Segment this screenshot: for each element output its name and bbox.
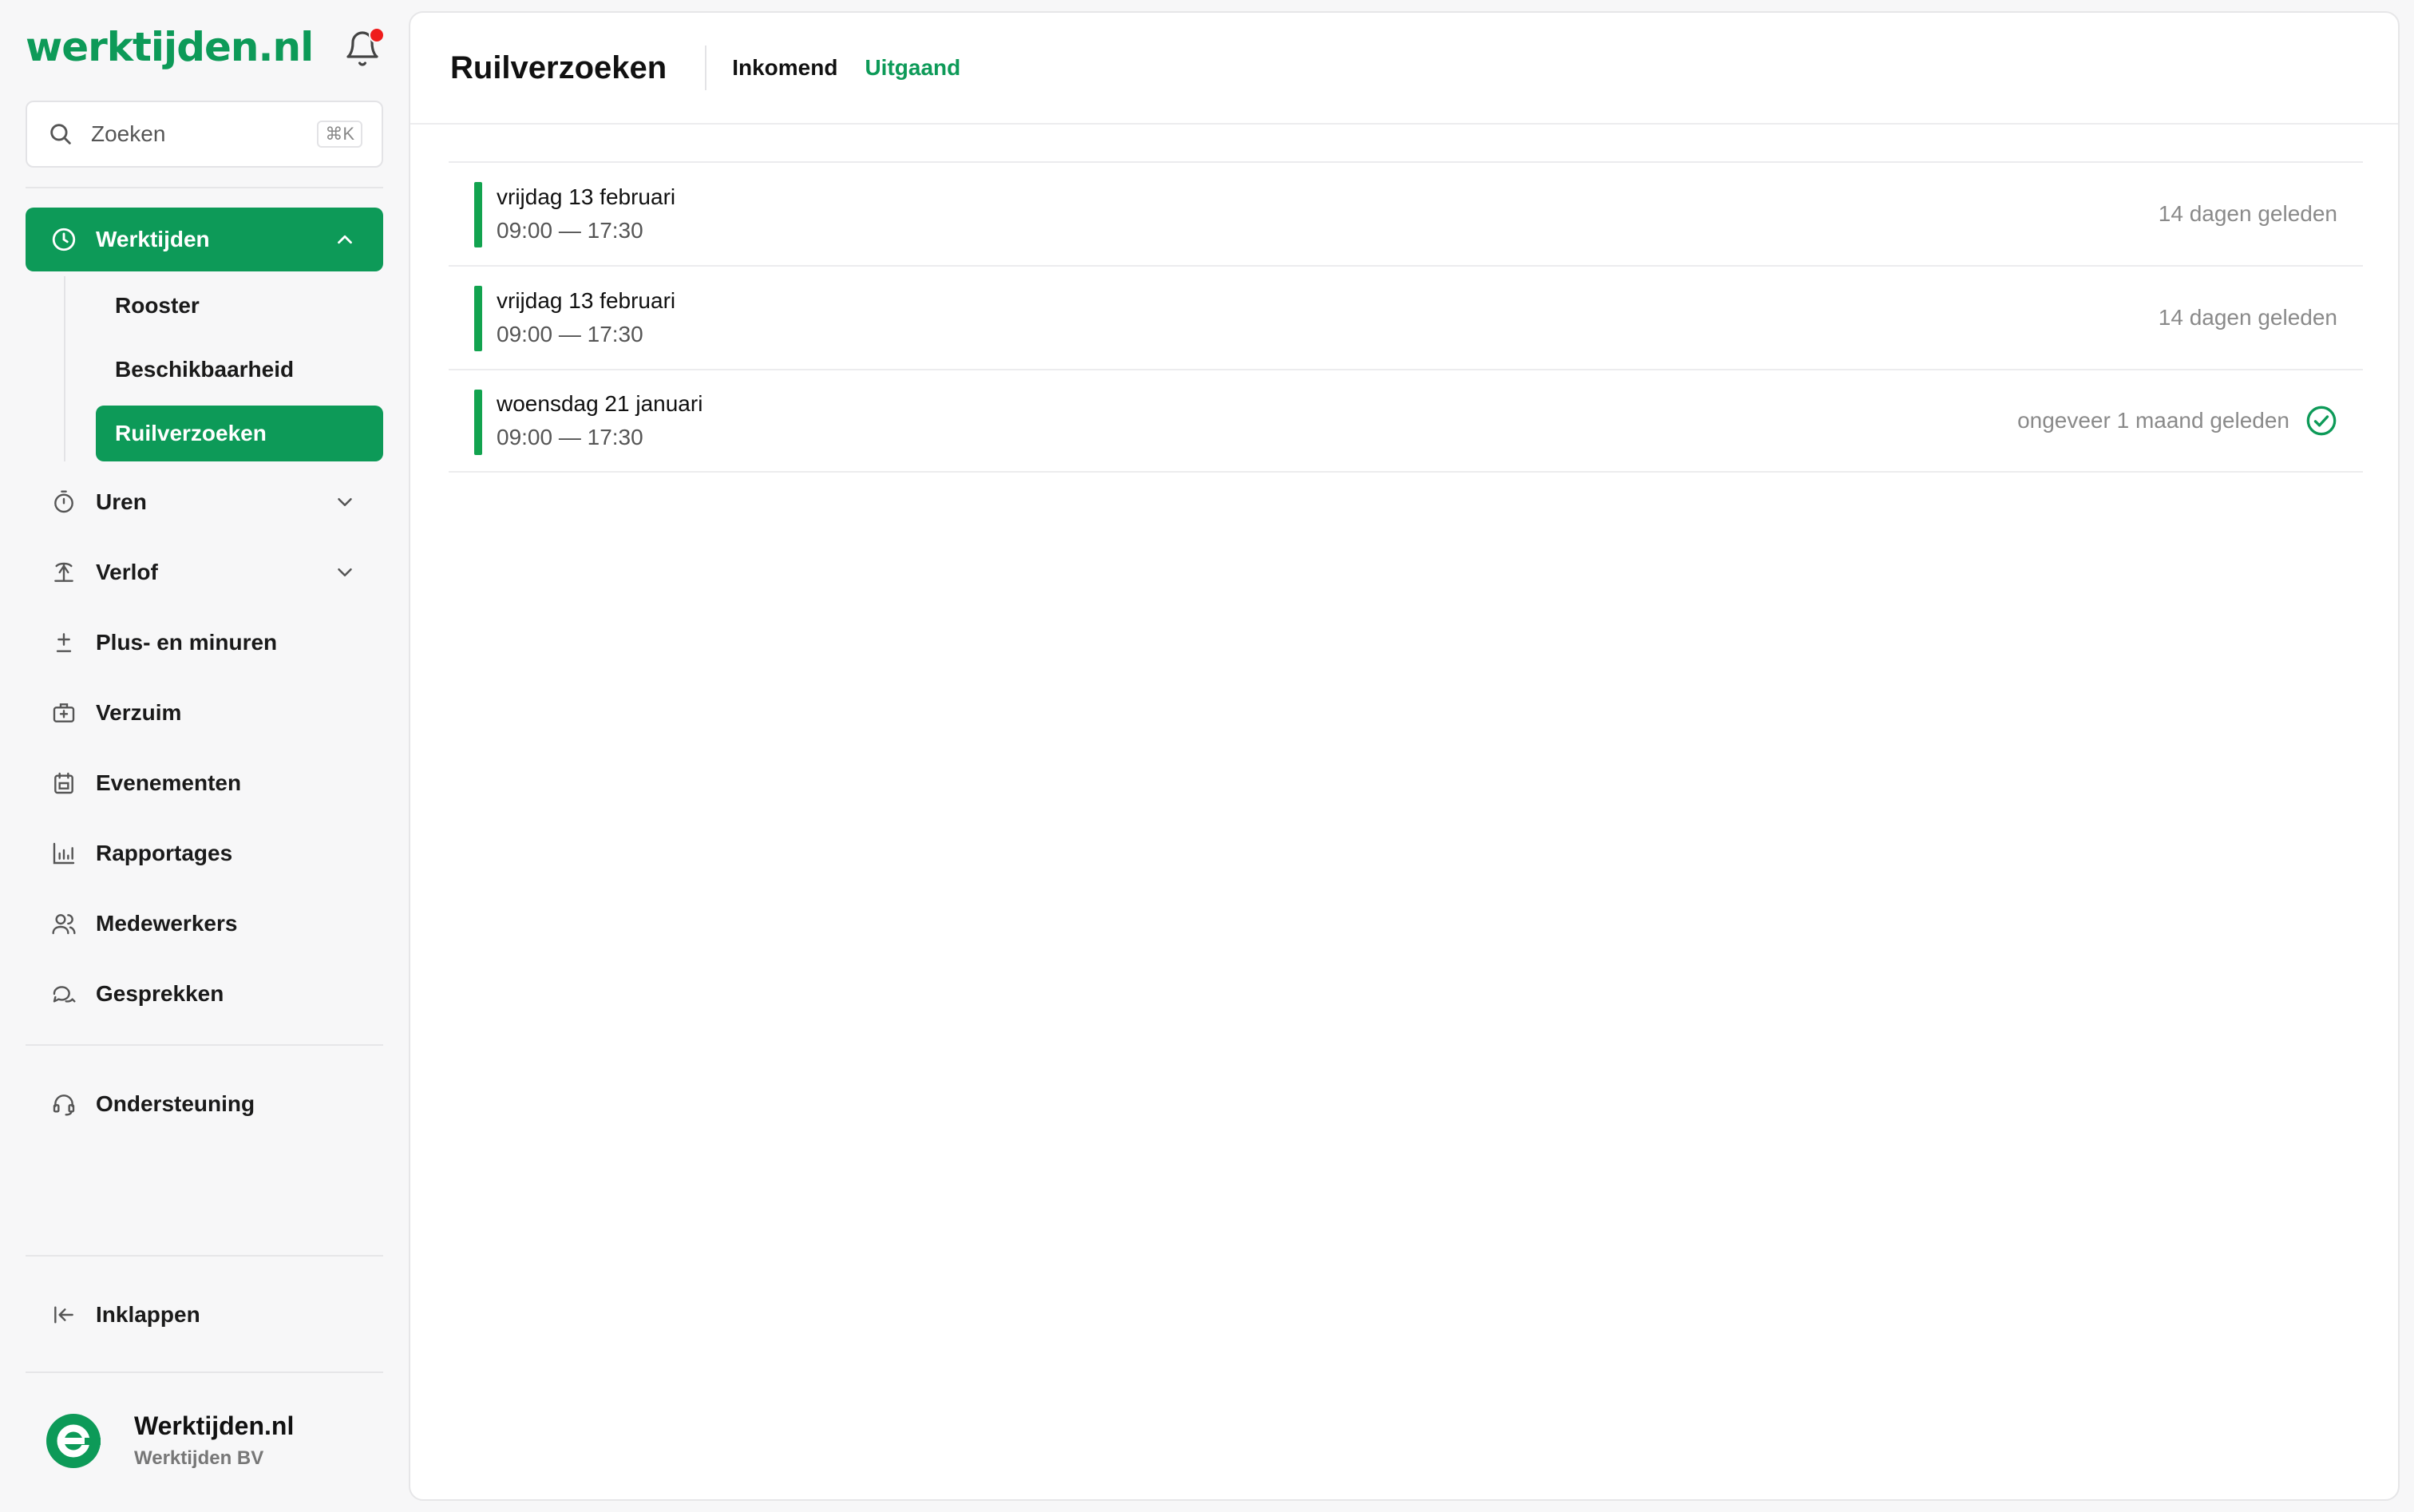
sidebar-item-ondersteuning[interactable]: Ondersteuning bbox=[26, 1076, 383, 1132]
sidebar-subitem-beschikbaarheid[interactable]: Beschikbaarheid bbox=[96, 342, 383, 398]
sidebar-item-label: Inklappen bbox=[96, 1302, 200, 1327]
tab-inkomend[interactable]: Inkomend bbox=[732, 55, 837, 81]
sidebar-item-plus-minuren[interactable]: Plus- en minuren bbox=[26, 615, 383, 671]
sidebar-item-label: Uren bbox=[96, 489, 147, 514]
sidebar-item-label: Ondersteuning bbox=[96, 1091, 255, 1116]
medical-kit-icon bbox=[49, 699, 78, 727]
sidebar-item-label: Plus- en minuren bbox=[96, 630, 278, 655]
stopwatch-icon bbox=[49, 488, 78, 517]
list-item[interactable]: vrijdag 13 februari 09:00 — 17:30 14 dag… bbox=[449, 161, 2363, 265]
request-date: woensdag 21 januari bbox=[497, 391, 703, 416]
sidebar-subitem-ruilverzoeken[interactable]: Ruilverzoeken bbox=[96, 406, 383, 461]
sidebar-item-label: Gesprekken bbox=[96, 981, 224, 1006]
sidebar-subitem-rooster[interactable]: Rooster bbox=[96, 278, 383, 334]
request-date: vrijdag 13 februari bbox=[497, 288, 676, 313]
approved-check-icon bbox=[2306, 406, 2337, 436]
status-bar bbox=[474, 390, 482, 455]
search-input[interactable]: Zoeken ⌘K bbox=[26, 101, 383, 168]
sidebar-item-label: Medewerkers bbox=[96, 911, 238, 936]
collapse-sidebar-button[interactable]: Inklappen bbox=[26, 1287, 383, 1343]
list-item[interactable]: vrijdag 13 februari 09:00 — 17:30 14 dag… bbox=[449, 265, 2363, 369]
chevron-down-icon bbox=[330, 558, 359, 587]
plus-minus-icon bbox=[49, 628, 78, 657]
page-title: Ruilverzoeken bbox=[450, 49, 667, 85]
organization-logo bbox=[46, 1413, 101, 1468]
request-date: vrijdag 13 februari bbox=[497, 184, 676, 209]
sidebar-item-label: Rapportages bbox=[96, 841, 233, 865]
collapse-icon bbox=[49, 1300, 78, 1329]
chat-icon bbox=[49, 980, 78, 1008]
submenu-guide-line bbox=[64, 276, 65, 461]
organization-switcher[interactable]: Werktijden.nl Werktijden BV bbox=[45, 1411, 294, 1470]
request-age: 14 dagen geleden bbox=[2158, 201, 2337, 226]
tab-uitgaand[interactable]: Uitgaand bbox=[865, 55, 960, 81]
sidebar-item-label: Verzuim bbox=[96, 700, 182, 725]
page-header: Ruilverzoeken Inkomend Uitgaand bbox=[410, 13, 2398, 125]
calendar-icon bbox=[49, 769, 78, 798]
sidebar-divider bbox=[26, 1255, 383, 1257]
organization-name: Werktijden.nl bbox=[134, 1411, 295, 1440]
brand-logo[interactable]: werktijden.nl bbox=[26, 24, 314, 70]
notification-badge bbox=[369, 27, 385, 43]
sidebar-item-evenementen[interactable]: Evenementen bbox=[26, 755, 383, 811]
sidebar-item-label: Evenementen bbox=[96, 770, 242, 795]
sidebar-item-verzuim[interactable]: Verzuim bbox=[26, 685, 383, 741]
chevron-down-icon bbox=[330, 488, 359, 517]
request-age: ongeveer 1 maand geleden bbox=[2017, 408, 2289, 433]
request-time: 09:00 — 17:30 bbox=[497, 322, 643, 346]
organization-company: Werktijden BV bbox=[134, 1447, 264, 1469]
sidebar: werktijden.nl Zoeken ⌘K Werktijden Roost… bbox=[0, 0, 409, 1512]
status-bar bbox=[474, 286, 482, 351]
chevron-up-icon bbox=[330, 225, 359, 254]
sidebar-item-label: Verlof bbox=[96, 560, 158, 584]
sidebar-divider bbox=[26, 1044, 383, 1046]
request-age: 14 dagen geleden bbox=[2158, 305, 2337, 330]
sidebar-item-verlof[interactable]: Verlof bbox=[26, 544, 383, 600]
header-divider bbox=[705, 46, 707, 90]
request-time: 09:00 — 17:30 bbox=[497, 218, 643, 243]
list-item[interactable]: woensdag 21 januari 09:00 — 17:30 ongeve… bbox=[449, 369, 2363, 473]
search-icon bbox=[46, 120, 75, 148]
sidebar-item-rapportages[interactable]: Rapportages bbox=[26, 825, 383, 881]
search-placeholder: Zoeken bbox=[91, 121, 166, 146]
status-bar bbox=[474, 182, 482, 247]
palm-icon bbox=[49, 558, 78, 587]
request-time: 09:00 — 17:30 bbox=[497, 425, 643, 449]
search-shortcut-badge: ⌘K bbox=[317, 121, 362, 148]
sidebar-item-gesprekken[interactable]: Gesprekken bbox=[26, 966, 383, 1022]
swap-request-list: vrijdag 13 februari 09:00 — 17:30 14 dag… bbox=[449, 161, 2363, 473]
sidebar-item-label: Werktijden bbox=[96, 227, 210, 251]
headset-icon bbox=[49, 1090, 78, 1118]
clock-icon bbox=[49, 225, 78, 254]
sidebar-item-werktijden[interactable]: Werktijden bbox=[26, 208, 383, 271]
users-icon bbox=[49, 909, 78, 938]
bar-chart-icon bbox=[49, 839, 78, 868]
sidebar-divider bbox=[26, 187, 383, 188]
main-panel: Ruilverzoeken Inkomend Uitgaand vrijdag … bbox=[409, 11, 2400, 1501]
sidebar-item-medewerkers[interactable]: Medewerkers bbox=[26, 896, 383, 952]
sidebar-item-uren[interactable]: Uren bbox=[26, 474, 383, 530]
sidebar-divider bbox=[26, 1371, 383, 1373]
